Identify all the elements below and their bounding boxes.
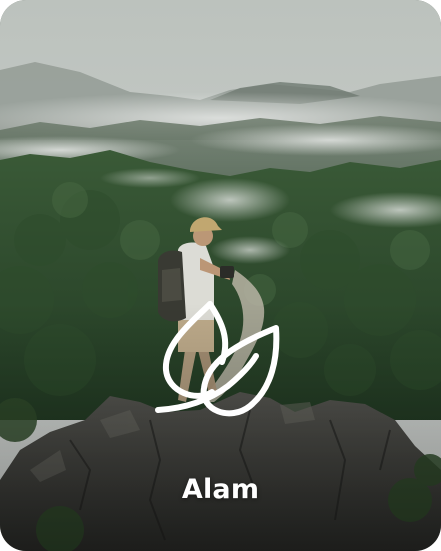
category-label: Alam bbox=[181, 474, 260, 505]
leaf-icon bbox=[150, 296, 292, 434]
background-photo bbox=[0, 0, 441, 551]
category-card-alam[interactable]: Alam bbox=[0, 0, 441, 551]
